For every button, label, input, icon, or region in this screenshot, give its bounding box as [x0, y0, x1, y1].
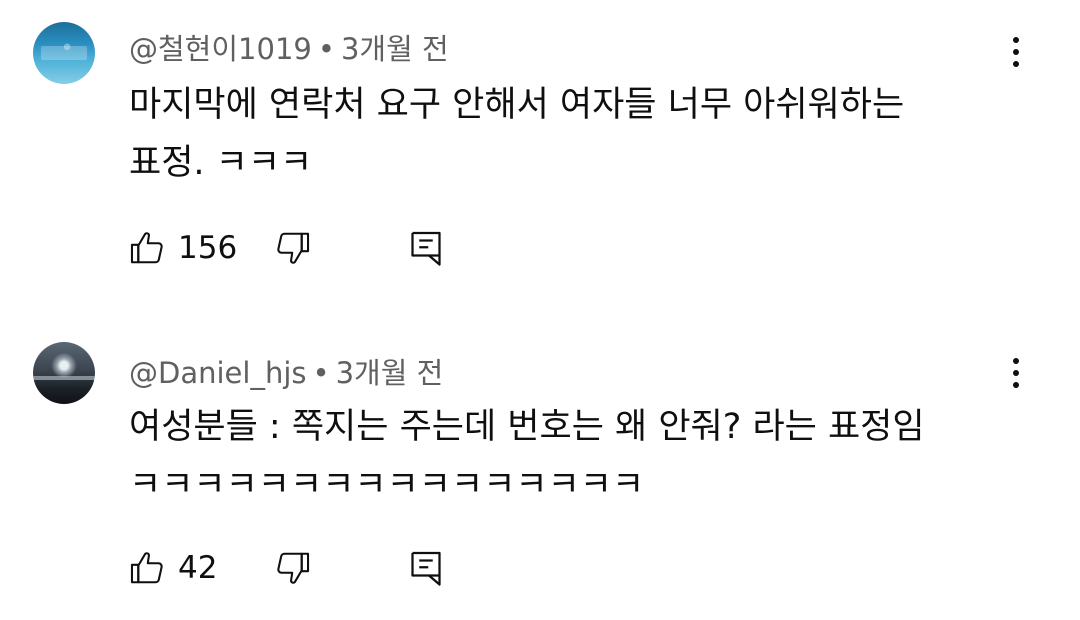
like-count: 42 [178, 550, 218, 586]
thumb-down-icon [277, 232, 310, 264]
comment-line: 마지막에 연락처 요구 안해서 여자들 너무 아쉬워하는 [129, 85, 905, 125]
more-vertical-icon-dot [1013, 370, 1019, 376]
comment: @철현이1019 • 3개월 전 마지막에 연락처 요구 안해서 여자들 너무 아쉬… [0, 0, 1080, 300]
thumb-up-icon [130, 552, 163, 584]
comment-line: 표정. ㅋㅋㅋ [129, 143, 313, 183]
comment-text: 여성분들 : 쪽지는 주는데 번호는 왜 안줘? 라는 표정임 ㅋㅋㅋㅋㅋㅋㅋㅋ… [129, 398, 1009, 514]
comment-meta: @Daniel_hjs • 3개월 전 [129, 350, 443, 392]
thumb-up-icon [130, 232, 163, 264]
reply-button[interactable] [408, 548, 444, 588]
comment-time: 3개월 전 [340, 32, 449, 66]
meta-separator: • [317, 32, 335, 66]
reply-button[interactable] [408, 228, 444, 268]
author-handle[interactable]: @Daniel_hjs [129, 356, 306, 390]
like-button[interactable]: 42 [128, 548, 217, 588]
dislike-button[interactable] [274, 548, 312, 588]
meta-separator: • [312, 356, 330, 390]
comment: @Daniel_hjs • 3개월 전 여성분들 : 쪽지는 주는데 번호는 왜 안… [0, 318, 1080, 618]
more-options-button[interactable] [1003, 30, 1029, 74]
more-vertical-icon-dot [1013, 61, 1019, 67]
avatar[interactable] [33, 22, 95, 84]
comment-icon [411, 231, 441, 266]
comment-line: 여성분들 : 쪽지는 주는데 번호는 왜 안줘? 라는 표정임 [129, 407, 925, 447]
comment-line: ㅋㅋㅋㅋㅋㅋㅋㅋㅋㅋㅋㅋㅋㅋㅋㅋ [129, 465, 645, 505]
dislike-button[interactable] [274, 228, 312, 268]
more-vertical-icon-dot [1013, 382, 1019, 388]
thumb-down-icon [277, 552, 310, 584]
more-vertical-icon [1013, 37, 1019, 43]
more-vertical-icon [1013, 358, 1019, 364]
author-handle[interactable]: @철현이1019 [129, 32, 312, 66]
more-options-button[interactable] [1003, 351, 1029, 395]
comment-meta: @철현이1019 • 3개월 전 [129, 26, 449, 68]
comment-text: 마지막에 연락처 요구 안해서 여자들 너무 아쉬워하는 표정. ㅋㅋㅋ [129, 76, 1009, 192]
avatar[interactable] [33, 342, 95, 404]
comment-icon [411, 551, 441, 586]
like-count: 156 [178, 230, 238, 266]
comment-time: 3개월 전 [335, 356, 444, 390]
like-button[interactable]: 156 [128, 228, 237, 268]
more-vertical-icon-dot [1013, 49, 1019, 55]
